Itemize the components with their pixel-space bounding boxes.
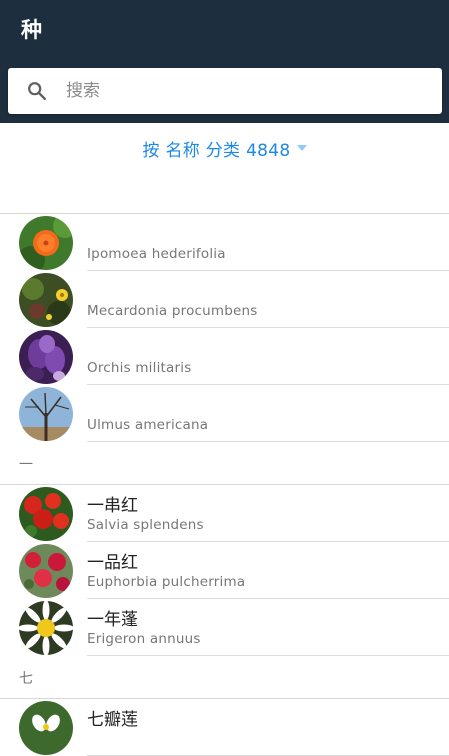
list-item[interactable]: Ipomoea hederifolia — [0, 214, 449, 271]
list-item-text: 七瓣莲 — [87, 699, 449, 756]
search-icon[interactable] — [26, 80, 48, 102]
sort-selector[interactable]: 按 名称 分类 4848 — [0, 136, 449, 162]
scientific-name: Salvia splendens — [87, 517, 204, 533]
list-item[interactable]: Mecardonia procumbens — [0, 271, 449, 328]
species-photo — [19, 330, 73, 384]
section-header-label: 七 — [19, 671, 33, 687]
app-bar: 种 — [0, 0, 449, 123]
common-name: 一串红 — [87, 496, 138, 516]
list-item-text: 一串红 Salvia splendens — [87, 485, 449, 542]
list-item[interactable]: 一品红 Euphorbia pulcherrima — [0, 542, 449, 599]
scientific-name: Euphorbia pulcherrima — [87, 574, 246, 590]
species-photo — [19, 387, 73, 441]
search-input[interactable] — [66, 68, 426, 114]
species-photo — [19, 544, 73, 598]
dropdown-arrow-icon[interactable] — [296, 144, 307, 151]
list-item-text: 一年蓬 Erigeron annuus — [87, 599, 449, 656]
scientific-name: Mecardonia procumbens — [87, 303, 258, 319]
sort-label[interactable]: 按 名称 分类 4848 — [142, 141, 290, 161]
list-item[interactable]: Ulmus americana — [0, 385, 449, 442]
common-name: 七瓣莲 — [87, 710, 138, 730]
list-item[interactable]: 七瓣莲 — [0, 699, 449, 756]
list-item-text: Mecardonia procumbens — [87, 271, 449, 328]
section-header: 七 — [0, 656, 449, 699]
common-name: 一年蓬 — [87, 610, 138, 630]
scientific-name: Orchis militaris — [87, 360, 192, 376]
scientific-name: Erigeron annuus — [87, 631, 201, 647]
species-photo — [19, 216, 73, 270]
scientific-name: Ipomoea hederifolia — [87, 246, 226, 262]
species-photo — [19, 701, 73, 755]
list-item-text: 一品红 Euphorbia pulcherrima — [87, 542, 449, 599]
list-item-text: Orchis militaris — [87, 328, 449, 385]
list-item-text: Ulmus americana — [87, 385, 449, 442]
search-box[interactable] — [8, 68, 442, 114]
list-item[interactable]: Orchis militaris — [0, 328, 449, 385]
species-photo — [19, 487, 73, 541]
species-photo — [19, 601, 73, 655]
scientific-name: Ulmus americana — [87, 417, 209, 433]
species-photo — [19, 273, 73, 327]
page-title: 种 — [21, 18, 42, 42]
common-name: 一品红 — [87, 553, 138, 573]
section-header-label: 一 — [19, 457, 33, 473]
section-header: 一 — [0, 442, 449, 485]
list-item[interactable]: 一串红 Salvia splendens — [0, 485, 449, 542]
list-item-text: Ipomoea hederifolia — [87, 214, 449, 271]
species-list: Ipomoea hederifolia Mecardonia procumben… — [0, 213, 449, 756]
list-item[interactable]: 一年蓬 Erigeron annuus — [0, 599, 449, 656]
